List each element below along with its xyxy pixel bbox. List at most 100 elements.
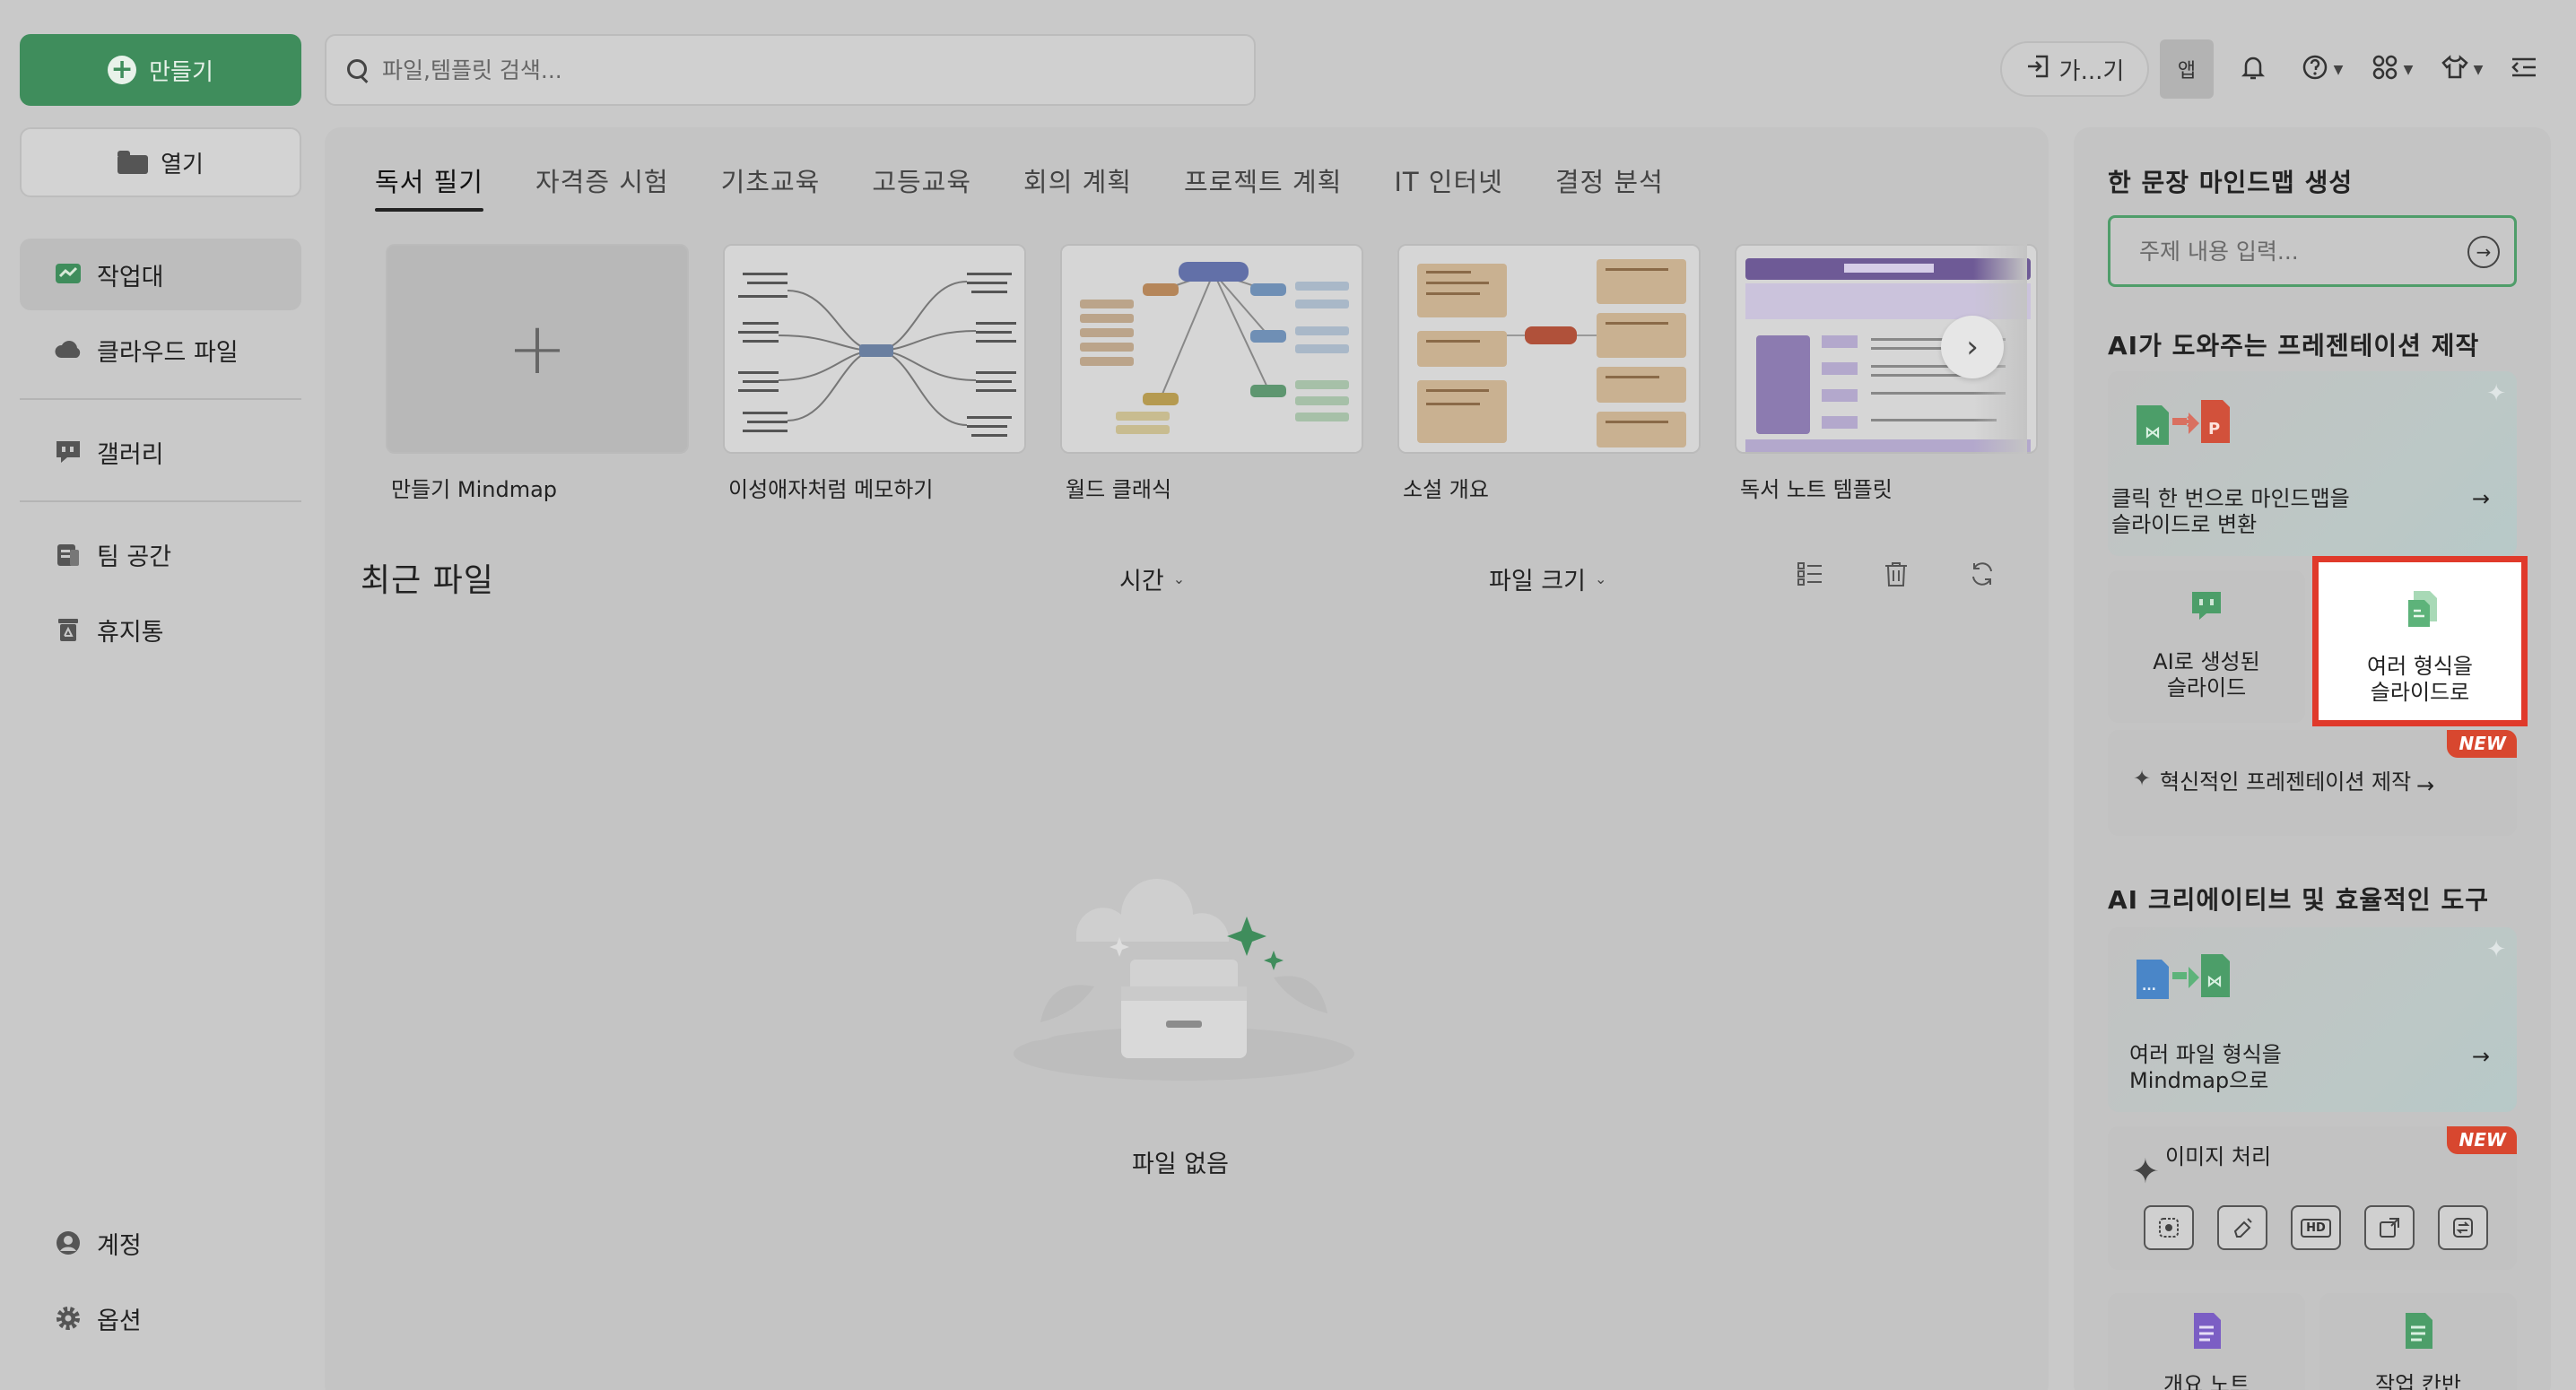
app-label: 앱 (2177, 60, 2197, 83)
sort-by-size[interactable]: 파일 크기 ⌄ (1489, 561, 1606, 596)
create-button[interactable]: + 만들기 (20, 34, 301, 106)
gear-icon (54, 1305, 83, 1332)
collapse-panel-button[interactable] (2504, 50, 2544, 90)
sidebar-item-workbench[interactable]: 작업대 (20, 239, 301, 310)
sidebar-item-label: 휴지통 (97, 618, 164, 647)
image-hd-button[interactable]: HD (2291, 1205, 2341, 1250)
help-button[interactable]: ▼ (2294, 50, 2348, 90)
folder-icon (117, 151, 149, 174)
gallery-icon (54, 439, 83, 465)
card-text-line: AI로 생성된 (2153, 649, 2260, 674)
template-label: 만들기 Mindmap (391, 477, 558, 502)
file-to-mindmap-icon: ... ⋈ (2137, 954, 2230, 999)
card-text-line: 슬라이드로 변환 (2111, 512, 2258, 537)
sort-by-time[interactable]: 시간 ⌄ (1119, 561, 1185, 596)
image-expand-button[interactable] (2364, 1205, 2415, 1250)
cloud-icon (54, 336, 83, 363)
grid-icon (2370, 52, 2400, 89)
app-button[interactable]: 앱 (2160, 39, 2214, 99)
delete-button[interactable] (1878, 558, 1914, 594)
template-label: 소설 개요 (1403, 477, 1489, 502)
sidebar-item-account[interactable]: 계정 (20, 1207, 301, 1279)
mindmap-to-ppt-icon: ⋈ P (2137, 400, 2230, 445)
innovative-presentation-card[interactable]: NEW ✦ 혁신적인 프레젠테이션 제작 → (2108, 730, 2517, 836)
sparkle-icon: ✦ (2486, 380, 2506, 407)
tab-basic-education[interactable]: 기초교육 (721, 161, 821, 212)
workbench-icon (54, 261, 83, 288)
gateway-label: 가...기 (2058, 57, 2125, 85)
sidebar-item-options[interactable]: 옵션 (20, 1282, 301, 1354)
carousel-next-button[interactable]: › (1941, 316, 2004, 378)
sidebar-item-cloud[interactable]: 클라우드 파일 (20, 314, 301, 386)
template-card[interactable]: 월드 클래식 (1060, 244, 1363, 503)
empty-state-illustration (1005, 861, 1363, 1094)
image-tools-row: HD (2144, 1205, 2488, 1250)
sidebar-item-trash[interactable]: 휴지통 (20, 594, 301, 665)
tab-decision-analysis[interactable]: 결정 분석 (1555, 161, 1664, 212)
outline-note-label: 개요 노트 (2163, 1372, 2250, 1390)
shirt-icon (2440, 52, 2470, 89)
list-view-icon (1795, 559, 1825, 593)
search-input[interactable] (382, 56, 1189, 83)
sidebar-item-label: 클라우드 파일 (97, 338, 239, 367)
refresh-button[interactable] (1964, 558, 2000, 594)
plus-icon: + (507, 307, 568, 390)
new-badge: NEW (2446, 730, 2517, 758)
template-thumbnail (1397, 244, 1701, 454)
template-thumbnail (1060, 244, 1363, 454)
image-cutout-button[interactable] (2144, 1205, 2194, 1250)
sidebar-item-label: 작업대 (97, 263, 164, 291)
card-text: 여러 형식을 슬라이드로 (2319, 654, 2521, 706)
search-icon (346, 58, 370, 82)
theme-button[interactable]: ▼ (2434, 50, 2488, 90)
file-convert-icon (2408, 591, 2437, 627)
sidebar-item-label: 팀 공간 (97, 543, 172, 571)
image-eraser-button[interactable] (2217, 1205, 2267, 1250)
svg-text:⋈: ⋈ (2145, 423, 2161, 442)
apps-grid-button[interactable]: ▼ (2364, 50, 2418, 90)
sparkle-icon: ✦ (2486, 936, 2506, 963)
outline-note-icon (2194, 1313, 2221, 1349)
tab-meeting-plan[interactable]: 회의 계획 (1023, 161, 1132, 212)
task-kanban-card[interactable]: 작업 칸반 (2319, 1293, 2517, 1390)
chevron-right-icon: › (1966, 329, 1979, 365)
tab-higher-education[interactable]: 고등교육 (872, 161, 971, 212)
sidebar-item-team-space[interactable]: 팀 공간 (20, 518, 301, 590)
create-button-label: 만들기 (149, 58, 213, 86)
card-text-line: 클릭 한 번으로 마인드맵을 (2111, 486, 2350, 511)
open-button[interactable]: 열기 (20, 127, 301, 197)
notification-button[interactable] (2233, 50, 2273, 90)
sidebar-item-gallery[interactable]: 갤러리 (20, 416, 301, 488)
template-card[interactable]: 이성애자처럼 메모하기 (723, 244, 1026, 503)
tab-certification-exam[interactable]: 자격증 시험 (535, 161, 669, 212)
ai-slides-card[interactable]: AI로 생성된 슬라이드 (2108, 570, 2305, 723)
gateway-button[interactable]: 가...기 (2000, 41, 2149, 97)
mindmap-to-slides-card[interactable]: ✦ ⋈ P 클릭 한 번으로 마인드맵을 슬라이드로 변환 → (2108, 371, 2517, 556)
template-card[interactable]: 소설 개요 (1397, 244, 1701, 503)
list-view-button[interactable] (1792, 558, 1828, 594)
ai-presentation-title: AI가 도와주는 프레젠테이션 제작 (2108, 331, 2480, 361)
tab-project-plan[interactable]: 프로젝트 계획 (1184, 161, 1342, 212)
files-to-mindmap-card[interactable]: ✦ ... ⋈ 여러 파일 형식을 Mindmap으로 → (2108, 927, 2517, 1112)
template-card-new-mindmap[interactable]: + 만들기 Mindmap (386, 244, 689, 503)
outline-note-card[interactable]: 개요 노트 (2108, 1293, 2305, 1390)
ai-tools-title: AI 크리에이티브 및 효율적인 도구 (2108, 885, 2489, 915)
tab-it-internet[interactable]: IT 인터넷 (1394, 161, 1503, 212)
chevron-down-icon: ▼ (2333, 63, 2344, 77)
tab-reading-notes[interactable]: 독서 필기 (375, 161, 483, 212)
multi-format-to-slides-card[interactable]: 여러 형식을 슬라이드로 (2312, 556, 2528, 726)
sidebar-divider (20, 500, 301, 502)
sidebar-divider (20, 398, 301, 400)
image-compress-button[interactable] (2438, 1205, 2488, 1250)
sidebar-item-label: 갤러리 (97, 440, 164, 469)
template-thumbnail: + (386, 244, 689, 454)
chevron-down-icon: ▼ (2473, 63, 2484, 77)
topic-input[interactable] (2139, 238, 2444, 265)
card-text-line: 여러 형식을 (2366, 654, 2474, 679)
template-thumbnail (723, 244, 1026, 454)
card-text: 클릭 한 번으로 마인드맵을 슬라이드로 변환 (2111, 486, 2350, 538)
arrow-right-icon: → (2471, 486, 2490, 511)
topic-input-box[interactable]: → (2108, 215, 2517, 287)
submit-arrow-icon[interactable]: → (2467, 236, 2500, 268)
search-bar[interactable] (325, 34, 1256, 106)
